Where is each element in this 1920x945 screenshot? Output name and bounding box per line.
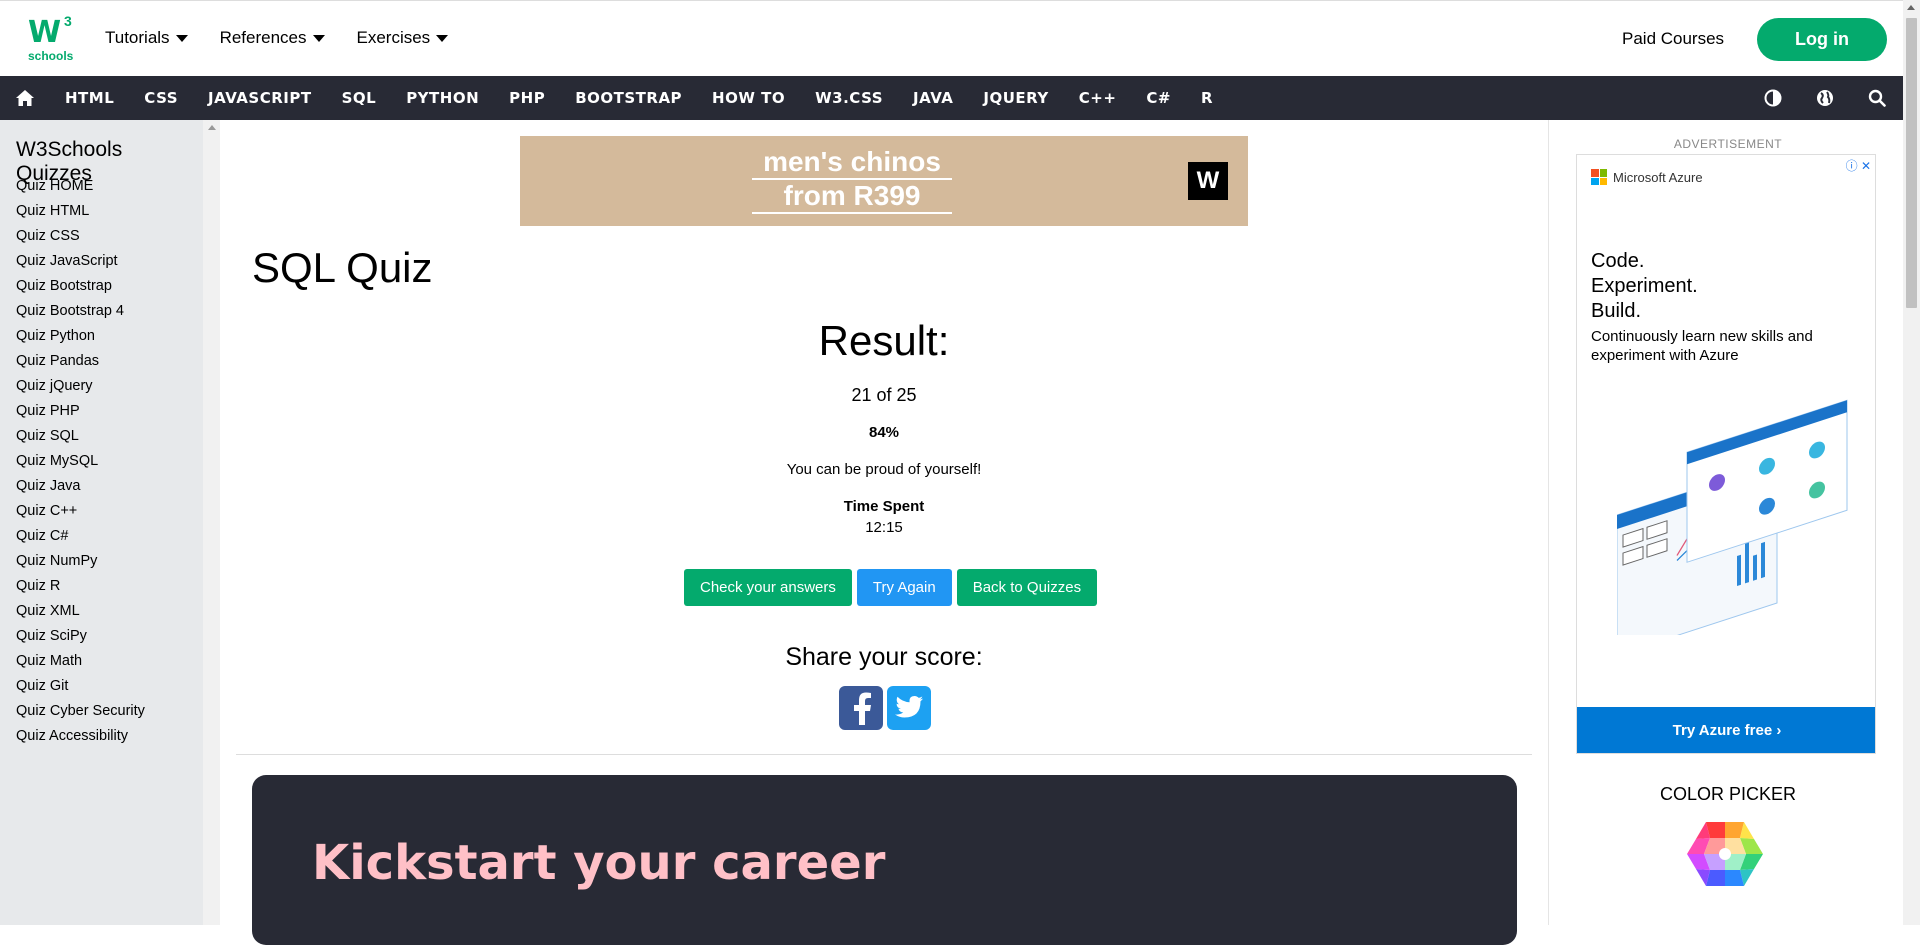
sidebar-item-quiz-css[interactable]: Quiz CSS (16, 224, 145, 249)
nav-cpp[interactable]: C++ (1064, 76, 1132, 120)
result-heading: Result: (818, 317, 950, 364)
tutorials-menu[interactable]: Tutorials (105, 28, 188, 48)
sidebar-item-quiz-xml[interactable]: Quiz XML (16, 599, 145, 624)
top-advertisement[interactable]: men's chinos from R399 W (520, 136, 1248, 226)
time-spent-label: Time Spent (843, 498, 925, 515)
color-picker-label: COLOR PICKER (1659, 784, 1797, 804)
nav-java[interactable]: JAVA (898, 76, 968, 120)
login-button[interactable]: Log in (1757, 18, 1887, 61)
advertisement-label: ADVERTISEMENT (1673, 137, 1783, 151)
w3schools-logo[interactable]: W 3 schools (26, 13, 76, 63)
sidebar-item-quiz-cyber-security[interactable]: Quiz Cyber Security (16, 699, 145, 724)
contrast-icon[interactable] (1747, 76, 1799, 120)
try-again-button[interactable]: Try Again (856, 569, 952, 606)
sidebar-item-quiz-bootstrap4[interactable]: Quiz Bootstrap 4 (16, 299, 145, 324)
references-menu[interactable]: References (220, 28, 325, 48)
sidebar-item-quiz-html[interactable]: Quiz HTML (16, 199, 145, 224)
sidebar-item-quiz-jquery[interactable]: Quiz jQuery (16, 374, 145, 399)
try-azure-button[interactable]: Try Azure free › (1577, 707, 1875, 753)
nav-sql[interactable]: SQL (327, 76, 392, 120)
result-percent: 84% (868, 424, 900, 441)
sidebar: W3Schools Quizzes Quiz HOME Quiz HTML Qu… (0, 120, 203, 925)
career-banner: Kickstart your career (252, 775, 1517, 945)
search-icon[interactable] (1851, 76, 1903, 120)
exercises-menu[interactable]: Exercises (357, 28, 449, 48)
home-icon[interactable] (0, 76, 50, 120)
nav-css[interactable]: CSS (129, 76, 193, 120)
share-buttons (839, 686, 931, 730)
nav-python[interactable]: PYTHON (391, 76, 494, 120)
nav-javascript[interactable]: JAVASCRIPT (193, 76, 327, 120)
microsoft-logo-icon (1591, 169, 1607, 185)
check-answers-button[interactable]: Check your answers (684, 569, 852, 606)
sidebar-item-quiz-home[interactable]: Quiz HOME (16, 174, 145, 199)
sidebar-item-quiz-math[interactable]: Quiz Math (16, 649, 145, 674)
azure-advertisement[interactable]: Microsoft Azure ⓘ ✕ Code. Experiment. Bu… (1576, 154, 1876, 754)
ad-brand: Microsoft Azure (1591, 169, 1703, 185)
ad-close-icon[interactable]: ⓘ ✕ (1846, 157, 1871, 174)
nav-jquery[interactable]: JQUERY (968, 76, 1063, 120)
back-to-quizzes-button[interactable]: Back to Quizzes (956, 569, 1098, 606)
career-heading: Kickstart your career (312, 835, 886, 891)
sidebar-item-quiz-sql[interactable]: Quiz SQL (16, 424, 145, 449)
sidebar-item-quiz-git[interactable]: Quiz Git (16, 674, 145, 699)
top-header: W 3 schools Tutorials References Exercis… (0, 0, 1903, 76)
content-border (1548, 120, 1549, 925)
nav-php[interactable]: PHP (494, 76, 560, 120)
sidebar-list: Quiz HOME Quiz HTML Quiz CSS Quiz JavaSc… (16, 174, 145, 749)
sidebar-item-quiz-csharp[interactable]: Quiz C# (16, 524, 145, 549)
share-score-label: Share your score: (785, 643, 983, 671)
sidebar-item-quiz-pandas[interactable]: Quiz Pandas (16, 349, 145, 374)
nav-csharp[interactable]: C# (1131, 76, 1186, 120)
paid-courses-link[interactable]: Paid Courses (1622, 29, 1724, 49)
twitter-icon[interactable] (887, 686, 931, 730)
sidebar-item-quiz-numpy[interactable]: Quiz NumPy (16, 549, 145, 574)
result-score: 21 of 25 (851, 385, 917, 405)
sidebar-item-quiz-php[interactable]: Quiz PHP (16, 399, 145, 424)
sidebar-item-quiz-r[interactable]: Quiz R (16, 574, 145, 599)
navbar-tools (1747, 76, 1903, 120)
ad-text: men's chinos from R399 (752, 146, 952, 214)
ad-brand-badge: W (1188, 162, 1228, 200)
caret-down-icon (312, 34, 325, 42)
page-scrollbar[interactable] (1903, 0, 1920, 925)
nav-bootstrap[interactable]: BOOTSTRAP (560, 76, 697, 120)
facebook-icon[interactable] (839, 686, 883, 730)
sidebar-item-quiz-python[interactable]: Quiz Python (16, 324, 145, 349)
dashboard-illustration (1617, 399, 1848, 635)
page-title: SQL Quiz (252, 244, 433, 291)
navbar-links: HTML CSS JAVASCRIPT SQL PYTHON PHP BOOTS… (50, 76, 1228, 120)
top-nav: Tutorials References Exercises (105, 28, 449, 48)
scroll-up-arrow-icon[interactable] (1907, 5, 1915, 10)
ad-subtext: Continuously learn new skills and experi… (1591, 328, 1813, 364)
sidebar-item-quiz-mysql[interactable]: Quiz MySQL (16, 449, 145, 474)
result-message: You can be proud of yourself! (786, 461, 982, 478)
caret-down-icon (436, 34, 449, 42)
section-divider (236, 754, 1532, 755)
sidebar-item-quiz-javascript[interactable]: Quiz JavaScript (16, 249, 145, 274)
globe-icon[interactable] (1799, 76, 1851, 120)
nav-r[interactable]: R (1186, 76, 1228, 120)
scrollbar-thumb[interactable] (1906, 18, 1917, 308)
sidebar-item-quiz-java[interactable]: Quiz Java (16, 474, 145, 499)
sidebar-scrollbar[interactable] (203, 120, 220, 925)
sidebar-item-quiz-scipy[interactable]: Quiz SciPy (16, 624, 145, 649)
ad-headline: Code. Experiment. Build. (1591, 250, 1698, 322)
scroll-up-arrow-icon[interactable] (208, 125, 216, 130)
color-picker-wheel[interactable] (1686, 820, 1764, 888)
caret-down-icon (175, 34, 188, 42)
nav-w3css[interactable]: W3.CSS (800, 76, 898, 120)
sidebar-item-quiz-bootstrap[interactable]: Quiz Bootstrap (16, 274, 145, 299)
time-spent-value: 12:15 (865, 519, 903, 536)
nav-html[interactable]: HTML (50, 76, 129, 120)
nav-howto[interactable]: HOW TO (697, 76, 800, 120)
quiz-result: Result: 21 of 25 84% You can be proud of… (580, 313, 1188, 536)
sidebar-item-quiz-accessibility[interactable]: Quiz Accessibility (16, 724, 145, 749)
result-actions: Check your answers Try Again Back to Qui… (684, 569, 1098, 606)
main-navbar: HTML CSS JAVASCRIPT SQL PYTHON PHP BOOTS… (0, 76, 1903, 120)
sidebar-item-quiz-cpp[interactable]: Quiz C++ (16, 499, 145, 524)
